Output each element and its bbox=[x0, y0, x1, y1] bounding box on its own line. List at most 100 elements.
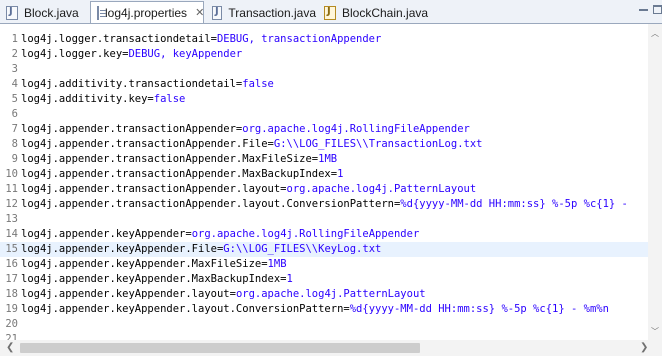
code-text: log4j.appender.keyAppender.MaxFileSize=1… bbox=[21, 258, 287, 270]
property-value: G:\\LOG_FILES\\TransactionLog.txt bbox=[273, 138, 483, 150]
code-line[interactable]: 10 log4j.appender.transactionAppender.Max… bbox=[0, 167, 343, 182]
horizontal-scroll-thumb[interactable] bbox=[20, 343, 420, 353]
line-number: 6 bbox=[11, 108, 18, 120]
code-line[interactable]: 17 log4j.appender.keyAppender.MaxBackupIn… bbox=[0, 272, 293, 287]
properties-file-icon bbox=[97, 5, 106, 20]
maximize-icon[interactable] bbox=[653, 5, 662, 14]
code-text: log4j.logger.key=DEBUG, keyAppender bbox=[21, 48, 242, 60]
code-text: log4j.appender.keyAppender.File=G:\\LOG_… bbox=[21, 243, 381, 255]
code-text: log4j.appender.transactionAppender.MaxBa… bbox=[21, 168, 343, 180]
line-number: 2 bbox=[11, 48, 18, 60]
property-value: 1 bbox=[286, 273, 293, 285]
code-text: log4j.additivity.transactiondetail=false bbox=[21, 78, 274, 90]
line-number: 5 bbox=[11, 93, 18, 105]
code-line[interactable]: 5 log4j.additivity.key=false bbox=[0, 92, 186, 107]
line-number: 14 bbox=[5, 228, 18, 240]
code-text: log4j.appender.keyAppender=org.apache.lo… bbox=[21, 228, 419, 240]
property-value: false bbox=[242, 78, 274, 90]
property-key: log4j.logger.key= bbox=[21, 48, 129, 60]
line-number: 12 bbox=[5, 198, 18, 210]
vertical-scrollbar[interactable]: ︿ ﹀ bbox=[648, 24, 662, 340]
code-text: log4j.appender.transactionAppender.layou… bbox=[21, 183, 476, 195]
code-line[interactable]: 15 log4j.appender.keyAppender.File=G:\\LO… bbox=[0, 242, 648, 257]
property-key: log4j.appender.transactionAppender.MaxBa… bbox=[21, 168, 338, 180]
property-value: %d{yyyy-MM-dd HH:mm:ss} %-5p %c{1} - bbox=[400, 198, 628, 210]
line-number: 19 bbox=[5, 303, 18, 315]
tab-transaction-java[interactable]: Transaction.java bbox=[212, 2, 316, 23]
window-controls bbox=[639, 5, 662, 14]
minimize-icon[interactable] bbox=[639, 5, 648, 11]
code-text: log4j.logger.transactiondetail=DEBUG, tr… bbox=[21, 33, 381, 45]
scroll-down-icon[interactable]: ﹀ bbox=[651, 326, 659, 337]
java-file-icon bbox=[6, 5, 18, 20]
scroll-up-icon[interactable]: ︿ bbox=[651, 28, 659, 39]
code-line[interactable]: 16 log4j.appender.keyAppender.MaxFileSize… bbox=[0, 257, 287, 272]
code-line[interactable]: 19 log4j.appender.keyAppender.layout.Conv… bbox=[0, 302, 609, 317]
code-text: log4j.appender.keyAppender.MaxBackupInde… bbox=[21, 273, 293, 285]
property-key: log4j.appender.keyAppender= bbox=[21, 228, 192, 240]
property-key: log4j.logger.transactiondetail= bbox=[21, 33, 217, 45]
code-line[interactable]: 20 bbox=[0, 317, 21, 332]
property-value: org.apache.log4j.RollingFileAppender bbox=[191, 228, 420, 240]
code-line[interactable]: 12 log4j.appender.transactionAppender.lay… bbox=[0, 197, 628, 212]
tab-blockchain-java[interactable]: BlockChain.java bbox=[324, 2, 434, 23]
line-number: 18 bbox=[5, 288, 18, 300]
code-text: log4j.appender.transactionAppender.File=… bbox=[21, 138, 483, 150]
java-file-icon bbox=[212, 5, 223, 20]
line-number: 11 bbox=[5, 183, 18, 195]
code-line[interactable]: 4 log4j.additivity.transactiondetail=fals… bbox=[0, 77, 274, 92]
property-key: log4j.appender.transactionAppender.layou… bbox=[21, 183, 287, 195]
property-value: G:\\LOG_FILES\\KeyLog.txt bbox=[223, 243, 382, 255]
property-value: 1MB bbox=[318, 153, 338, 165]
code-text: log4j.appender.keyAppender.layout.Conver… bbox=[21, 303, 609, 315]
tab-label: BlockChain.java bbox=[342, 5, 429, 20]
line-number: 9 bbox=[11, 153, 18, 165]
code-editor[interactable]: 1 log4j.logger.transactiondetail=DEBUG, t… bbox=[0, 24, 648, 345]
scroll-right-icon[interactable]: ❯ bbox=[640, 342, 648, 353]
property-value: DEBUG, transactionAppender bbox=[216, 33, 382, 45]
line-number: 17 bbox=[5, 273, 18, 285]
code-line[interactable]: 8 log4j.appender.transactionAppender.File… bbox=[0, 137, 483, 152]
line-number: 8 bbox=[11, 138, 18, 150]
property-key: log4j.appender.keyAppender.MaxFileSize= bbox=[21, 258, 268, 270]
line-number: 15 bbox=[5, 243, 18, 255]
tab-label: log4j.properties bbox=[105, 5, 188, 20]
property-key: log4j.appender.transactionAppender= bbox=[21, 123, 243, 135]
code-text: log4j.additivity.key=false bbox=[21, 93, 185, 105]
line-number: 10 bbox=[5, 168, 18, 180]
code-line[interactable]: 13 bbox=[0, 212, 21, 227]
property-value: 1MB bbox=[267, 258, 287, 270]
property-key: log4j.appender.transactionAppender.File= bbox=[21, 138, 274, 150]
property-value: org.apache.log4j.PatternLayout bbox=[235, 288, 426, 300]
tab-block-java[interactable]: Block.java bbox=[6, 2, 90, 23]
property-key: log4j.appender.transactionAppender.layou… bbox=[21, 198, 401, 210]
line-number: 4 bbox=[11, 78, 18, 90]
code-line[interactable]: 11 log4j.appender.transactionAppender.lay… bbox=[0, 182, 476, 197]
scroll-left-icon[interactable]: ❮ bbox=[6, 342, 14, 353]
property-value: org.apache.log4j.PatternLayout bbox=[286, 183, 477, 195]
line-number: 13 bbox=[5, 213, 18, 225]
code-line[interactable]: 2 log4j.logger.key=DEBUG, keyAppender bbox=[0, 47, 243, 62]
code-line[interactable]: 6 bbox=[0, 107, 21, 122]
close-icon[interactable]: ✕ bbox=[195, 6, 204, 19]
horizontal-scrollbar[interactable]: ❮ ❯ bbox=[0, 340, 662, 356]
tab-label: Transaction.java bbox=[228, 5, 316, 20]
tab-log4j-properties[interactable]: log4j.properties ✕ bbox=[90, 1, 204, 23]
property-value: false bbox=[153, 93, 186, 105]
property-key: log4j.additivity.key= bbox=[21, 93, 154, 105]
java-file-icon bbox=[324, 5, 336, 20]
property-value: DEBUG, keyAppender bbox=[128, 48, 243, 60]
code-line[interactable]: 3 bbox=[0, 62, 21, 77]
line-number: 16 bbox=[5, 258, 18, 270]
code-line[interactable]: 14 log4j.appender.keyAppender=org.apache.… bbox=[0, 227, 419, 242]
code-text: log4j.appender.transactionAppender.layou… bbox=[21, 198, 628, 210]
code-line[interactable]: 18 log4j.appender.keyAppender.layout=org.… bbox=[0, 287, 426, 302]
property-value: org.apache.log4j.RollingFileAppender bbox=[242, 123, 470, 135]
code-line[interactable]: 9 log4j.appender.transactionAppender.MaxF… bbox=[0, 152, 337, 167]
property-key: log4j.appender.keyAppender.layout= bbox=[21, 288, 236, 300]
code-line[interactable]: 7 log4j.appender.transactionAppender=org.… bbox=[0, 122, 470, 137]
code-line[interactable]: 1 log4j.logger.transactiondetail=DEBUG, t… bbox=[0, 32, 382, 47]
line-number: 7 bbox=[11, 123, 18, 135]
line-number: 3 bbox=[11, 63, 18, 75]
line-number: 20 bbox=[5, 318, 18, 330]
